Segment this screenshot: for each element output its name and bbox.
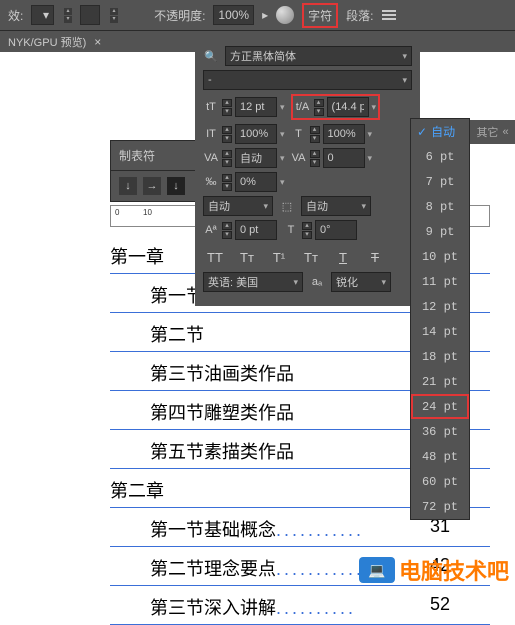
dropdown-item[interactable]: 36 pt [411,419,469,444]
baseline-icon: ‰ [203,174,219,190]
value-box[interactable] [80,5,100,25]
tabstops-title: 制表符 [111,141,199,171]
leading-icon: t/A [295,99,311,115]
kerning-icon: VA [203,150,219,166]
auto2-dropdown[interactable]: 自动▾ [301,196,371,216]
allcaps-button[interactable]: TT [203,246,227,268]
dropdown-item[interactable]: 10 pt [411,244,469,269]
font-size-icon: tT [203,99,219,115]
top-options-bar: 效: ▾ ▴▾ ▴▾ 不透明度: 100% ▸ 字符 段落: [0,0,515,30]
close-icon[interactable]: × [94,35,101,49]
dropdown-item[interactable]: 11 pt [411,269,469,294]
sphere-icon[interactable] [276,6,294,24]
tab-right-icon[interactable]: ↓ [167,177,185,195]
bshift-icon: Aª [203,222,219,238]
smallcaps-button[interactable]: Tт [235,246,259,268]
rotate-icon: T [283,222,299,238]
opacity-caret-icon[interactable]: ▸ [262,8,268,22]
subscript-button[interactable]: Tт [299,246,323,268]
underline-button[interactable]: T [331,246,355,268]
align-icon[interactable] [382,10,396,20]
aa-icon: aₐ [309,274,325,290]
rotate-stepper[interactable]: ▴▾ [302,222,312,239]
leading-caret[interactable]: ▾ [372,102,377,113]
dropdown-item[interactable]: 72 pt [411,494,469,519]
leading-input[interactable] [327,97,369,117]
paragraph-tab-label[interactable]: 段落: [346,7,373,24]
antialias-dropdown[interactable]: 锐化▾ [331,272,391,292]
value-stepper[interactable]: ▴▾ [110,8,118,23]
opacity-label: 不透明度: [154,7,205,24]
font-family-value: 方正黑体简体 [230,48,296,64]
font-style-dropdown[interactable]: - ▾ [203,70,412,90]
dropdown-item[interactable]: 7 pt [411,169,469,194]
font-style-value: - [208,74,212,86]
tab-left-icon[interactable]: ↓ [119,177,137,195]
hscale-stepper[interactable]: ▴▾ [310,126,320,143]
dropdown-item-selected[interactable]: 24 pt [411,394,469,419]
baseline-input[interactable] [235,172,277,192]
dropdown-item[interactable]: 21 pt [411,369,469,394]
dropdown-auto-item[interactable]: ✓自动 [411,119,469,144]
bshift-input[interactable] [235,220,277,240]
strike-button[interactable]: T [363,246,387,268]
dropdown-item[interactable]: 14 pt [411,319,469,344]
effect-stepper[interactable]: ▴▾ [64,8,72,23]
leading-dropdown-menu: ✓自动 6 pt 7 pt 8 pt 9 pt 10 pt 11 pt 12 p… [410,118,470,520]
rotate-input[interactable] [315,220,357,240]
watermark: 💻 电脑技术吧 [359,554,509,586]
character-panel-tab[interactable]: 字符 [302,3,338,28]
kerning-stepper[interactable]: ▴▾ [222,150,232,167]
document-tab-title[interactable]: NYK/GPU 预览) [8,34,86,50]
watermark-text: 电脑技术吧 [399,554,509,586]
vscale-input[interactable] [235,124,277,144]
tracking-input[interactable] [323,148,365,168]
other-panel-tab[interactable]: 其它 « [470,120,515,144]
tracking-icon: VA [291,150,307,166]
bshift-stepper[interactable]: ▴▾ [222,222,232,239]
dropdown-item[interactable]: 60 pt [411,469,469,494]
font-family-dropdown[interactable]: 方正黑体简体 ▾ [225,46,412,66]
tab-center-icon[interactable]: → [143,177,161,195]
character-panel: 🔍 方正黑体简体 ▾ - ▾ tT ▴▾ ▾ t/A ▴▾ ▾ IT ▴▾ [195,36,420,306]
watermark-icon: 💻 [359,557,395,583]
hscale-input[interactable] [323,124,365,144]
search-icon: 🔍 [203,48,219,64]
dropdown-item[interactable]: 6 pt [411,144,469,169]
dropdown-item[interactable]: 48 pt [411,444,469,469]
link-icon[interactable]: ⬚ [279,198,295,214]
opacity-value[interactable]: 100% [213,5,254,25]
vscale-icon: IT [203,126,219,142]
hscale-icon: T [291,126,307,142]
kerning-input[interactable] [235,148,277,168]
leading-group: t/A ▴▾ ▾ [291,94,381,120]
superscript-button[interactable]: T¹ [267,246,291,268]
font-size-input[interactable] [235,97,277,117]
auto1-dropdown[interactable]: 自动▾ [203,196,273,216]
font-size-caret[interactable]: ▾ [280,102,285,113]
vscale-stepper[interactable]: ▴▾ [222,126,232,143]
type-style-buttons: TT Tт T¹ Tт T T [203,246,412,268]
font-size-stepper[interactable]: ▴▾ [222,99,232,116]
font-size-group: tT ▴▾ ▾ [203,97,285,117]
dropdown-item[interactable]: 12 pt [411,294,469,319]
dropdown-item[interactable]: 8 pt [411,194,469,219]
effect-label: 效: [8,7,23,24]
language-dropdown[interactable]: 英语: 美国▾ [203,272,303,292]
leading-stepper[interactable]: ▴▾ [314,99,324,116]
tabstops-panel: 制表符 ↓ → ↓ [110,140,200,202]
baseline-stepper[interactable]: ▴▾ [222,174,232,191]
dropdown-item[interactable]: 9 pt [411,219,469,244]
dropdown-item[interactable]: 18 pt [411,344,469,369]
char-tab-label: 字符 [308,7,332,24]
tracking-stepper[interactable]: ▴▾ [310,150,320,167]
effect-dropdown[interactable]: ▾ [31,5,54,25]
